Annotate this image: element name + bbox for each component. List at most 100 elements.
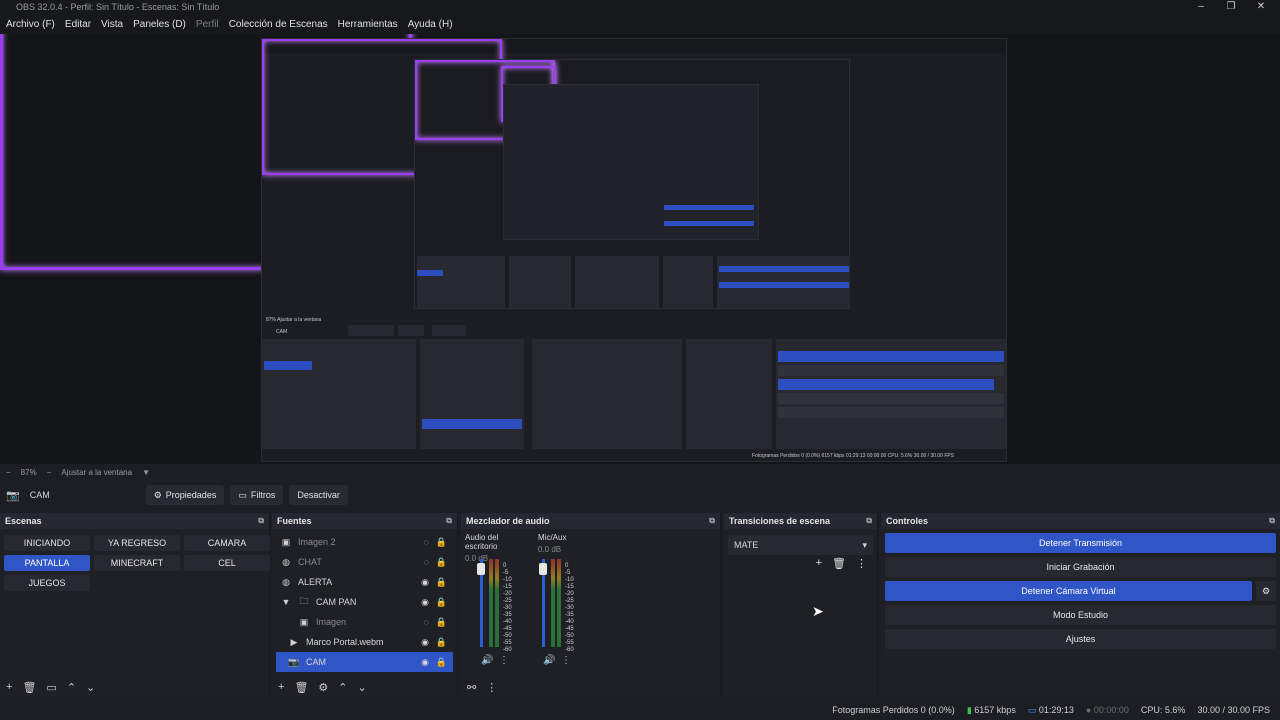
menu-vista[interactable]: Vista [101, 19, 123, 30]
controls-header: Controles ⧉ [881, 513, 1280, 529]
preview-canvas[interactable]: 87% Ajustar a la ventana CAM Fotogramas … [0, 34, 1280, 464]
eye-icon[interactable]: ◉ [421, 577, 429, 588]
source-item[interactable]: ◍ ALERTA ◉ 🔒 [276, 572, 453, 592]
chevron-down-icon[interactable]: ▼ [280, 597, 292, 607]
source-item[interactable]: ◍ CHAT ◌ 🔒 [276, 552, 453, 572]
chevron-down-icon[interactable]: ▼ [142, 468, 150, 477]
stop-stream-button[interactable]: Detener Transmisión [885, 533, 1276, 553]
transitions-title: Transiciones de escena [729, 516, 831, 526]
menu-editar[interactable]: Editar [65, 19, 91, 30]
menu-bar: Archivo (F) Editar Vista Paneles (D) Per… [0, 14, 1280, 34]
trash-icon[interactable]: 🗑 [294, 681, 308, 694]
properties-label: Propiedades [165, 490, 217, 500]
source-item[interactable]: ▣ Imagen 2 ◌ 🔒 [276, 532, 453, 552]
settings-button[interactable]: Ajustes [885, 629, 1276, 649]
zoom-in-icon[interactable]: − [47, 468, 52, 477]
studio-mode-button[interactable]: Modo Estudio [885, 605, 1276, 625]
add-icon[interactable]: + [816, 557, 822, 570]
scene-iniciando[interactable]: INICIANDO [4, 535, 90, 551]
eye-hidden-icon[interactable]: ◌ [424, 537, 429, 547]
transition-select[interactable]: MATE ▾ [728, 535, 873, 555]
menu-herramientas[interactable]: Herramientas [338, 19, 398, 30]
transition-selected: MATE [734, 540, 759, 550]
eye-icon[interactable]: ◉ [421, 637, 429, 648]
filters-button[interactable]: ▭ Filtros [230, 485, 284, 505]
source-label: CHAT [298, 557, 322, 567]
move-down-icon[interactable]: ⌄ [358, 681, 367, 694]
lock-icon[interactable]: 🔒 [436, 597, 447, 608]
speaker-icon[interactable]: 🔊 [481, 655, 493, 666]
source-list: ▣ Imagen 2 ◌ 🔒 ◍ CHAT ◌ 🔒 ◍ ALERTA ◉ 🔒 ▼ 🗀 CAM PAN ◉… [272, 529, 457, 675]
source-item[interactable]: ▶ Marco Portal.webm ◉ 🔒 [276, 632, 453, 652]
gear-icon[interactable]: ⚙ [318, 681, 328, 694]
undock-icon[interactable]: ⧉ [866, 516, 872, 526]
scenes-dock: Escenas ⧉ INICIANDO YA REGRESO CAMARA PAN… [0, 513, 270, 697]
source-label: CAM [306, 657, 326, 667]
scene-ya-regreso[interactable]: YA REGRESO [94, 535, 180, 551]
undock-icon[interactable]: ⧉ [1269, 516, 1275, 526]
source-item-selected[interactable]: 📷 CAM ◉ 🔒 [276, 652, 453, 672]
volume-slider-handle[interactable] [539, 563, 547, 575]
eye-icon[interactable]: ◉ [421, 597, 429, 608]
mixer-footer: ⚯ ⋮ [461, 677, 720, 697]
scene-camara[interactable]: CAMARA [184, 535, 270, 551]
undock-icon[interactable]: ⧉ [709, 516, 715, 526]
scene-minecraft[interactable]: MINECRAFT [94, 555, 180, 571]
minimize-icon[interactable]: – [1186, 0, 1216, 14]
undock-icon[interactable]: ⧉ [258, 516, 264, 526]
move-down-icon[interactable]: ⌄ [86, 681, 95, 694]
scene-pantalla[interactable]: PANTALLA [4, 555, 90, 571]
fit-window-dropdown[interactable]: Ajustar a la ventana [61, 468, 132, 477]
stream-time: ▭ 01:29:13 [1028, 705, 1074, 716]
menu-perfil[interactable]: Perfil [196, 19, 219, 30]
menu-ayuda[interactable]: Ayuda (H) [408, 19, 453, 30]
lock-icon[interactable]: 🔒 [436, 537, 447, 548]
filter-icon[interactable]: ▭ [46, 681, 56, 694]
volume-slider-handle[interactable] [477, 563, 485, 575]
gear-icon[interactable]: ⚙ [1256, 581, 1276, 601]
speaker-icon[interactable]: 🔊 [543, 655, 555, 666]
lock-icon[interactable]: 🔒 [436, 557, 447, 568]
eye-hidden-icon[interactable]: ◌ [424, 557, 429, 567]
stop-virtual-camera-button[interactable]: Detener Cámara Virtual [885, 581, 1252, 601]
source-item[interactable]: ▼ 🗀 CAM PAN ◉ 🔒 [276, 592, 453, 612]
browser-icon: ◍ [282, 556, 290, 567]
trash-icon[interactable]: 🗑 [832, 557, 846, 570]
source-item[interactable]: ▣ Imagen ◌ 🔒 [276, 612, 453, 632]
more-icon[interactable]: ⋮ [486, 681, 497, 694]
more-icon[interactable]: ⋮ [499, 655, 509, 666]
sources-header: Fuentes ⧉ [272, 513, 457, 529]
play-icon: ▶ [290, 636, 298, 647]
start-recording-button[interactable]: Iniciar Grabación [885, 557, 1276, 577]
close-icon[interactable]: ✕ [1246, 0, 1276, 14]
add-icon[interactable]: + [278, 681, 284, 693]
scene-juegos[interactable]: JUEGOS [4, 575, 90, 591]
eye-icon[interactable]: ◉ [421, 657, 429, 668]
db-scale: 0 -5 -10 -15 -20 -25 -30 -35 -40 -45 -50 -55 -60 [565, 563, 574, 653]
more-icon[interactable]: ⋮ [856, 557, 867, 570]
lock-icon[interactable]: 🔒 [436, 657, 447, 668]
lock-icon[interactable]: 🔒 [436, 577, 447, 588]
menu-archivo[interactable]: Archivo (F) [6, 19, 55, 30]
undock-icon[interactable]: ⧉ [446, 516, 452, 526]
move-up-icon[interactable]: ⌃ [67, 681, 76, 694]
move-up-icon[interactable]: ⌃ [338, 681, 347, 694]
status-bar: Fotogramas Perdidos 0 (0.0%) ▮ 6157 kbps… [0, 700, 1280, 720]
record-time-value: 00:00:00 [1093, 705, 1129, 715]
menu-paneles[interactable]: Paneles (D) [133, 19, 186, 30]
zoom-out-icon[interactable]: − [6, 468, 11, 477]
properties-button[interactable]: ⚙ Propiedades [145, 485, 225, 505]
link-icon[interactable]: ⚯ [467, 681, 476, 694]
add-icon[interactable]: + [6, 681, 12, 693]
mixer-header: Mezclador de audio ⧉ [461, 513, 720, 529]
menu-coleccion-escenas[interactable]: Colección de Escenas [229, 19, 328, 30]
fps-indicator: 30.00 / 30.00 FPS [1197, 705, 1270, 715]
lock-icon[interactable]: 🔒 [436, 637, 447, 648]
lock-icon[interactable]: 🔒 [436, 617, 447, 628]
scene-cel[interactable]: CEL [184, 555, 270, 571]
trash-icon[interactable]: 🗑 [22, 681, 36, 694]
eye-hidden-icon[interactable]: ◌ [424, 617, 429, 627]
more-icon[interactable]: ⋮ [561, 655, 571, 666]
maximize-icon[interactable]: ❐ [1216, 0, 1246, 14]
deactivate-button[interactable]: Desactivar [289, 485, 348, 505]
